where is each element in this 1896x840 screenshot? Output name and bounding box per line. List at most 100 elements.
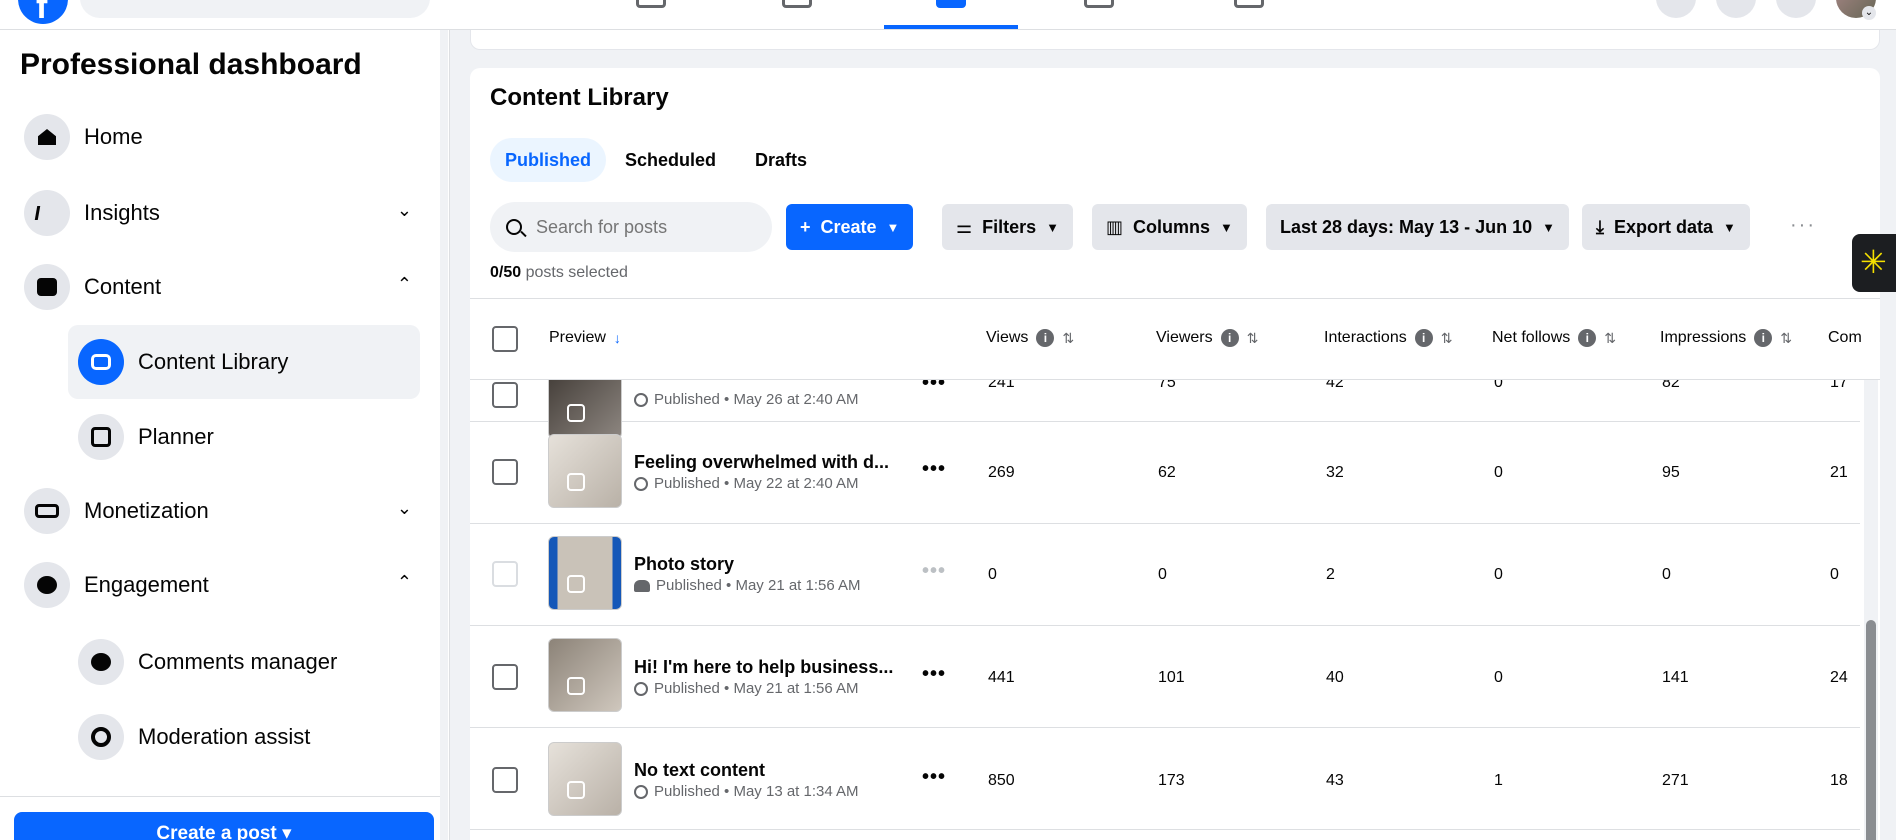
create-post-button[interactable]: Create a post ▾: [14, 812, 434, 840]
menu-grid-icon[interactable]: [1656, 0, 1696, 18]
columns-button[interactable]: ▥ Columns ▼: [1092, 204, 1247, 250]
post-title[interactable]: Photo story: [634, 554, 734, 575]
table-row[interactable]: Photo story Published • May 21 at 1:56 A…: [470, 524, 1860, 626]
photo-icon: [567, 575, 585, 593]
sidebar-item-label: Moderation assist: [138, 724, 311, 749]
row-checkbox[interactable]: [492, 382, 518, 408]
sidebar-item-planner[interactable]: Planner: [68, 400, 420, 474]
post-status-text: Published • May 13 at 1:34 AM: [654, 783, 859, 800]
chevron-down-icon[interactable]: ⌄: [397, 498, 412, 519]
info-icon[interactable]: i: [1036, 329, 1055, 347]
nav-ads-icon[interactable]: [1084, 0, 1114, 8]
info-icon[interactable]: i: [1414, 329, 1433, 347]
sidebar-item-moderation-assist[interactable]: Moderation assist: [68, 700, 420, 774]
tab-scheduled[interactable]: Scheduled: [610, 138, 731, 182]
nav-home-icon[interactable]: [636, 0, 666, 8]
row-more-icon[interactable]: •••: [922, 766, 946, 789]
info-icon[interactable]: i: [1754, 329, 1773, 347]
caret-down-icon: ▼: [1220, 219, 1233, 235]
post-title[interactable]: No text content: [634, 760, 765, 781]
column-viewers[interactable]: Viewers i ⇅: [1156, 329, 1258, 347]
facebook-logo-icon[interactable]: [18, 0, 68, 27]
post-title[interactable]: Hi! I'm here to help business...: [634, 657, 893, 678]
post-status-text: Published • May 21 at 1:56 AM: [654, 680, 859, 697]
row-checkbox: [492, 561, 518, 587]
post-status: Published • May 13 at 1:34 AM: [634, 783, 859, 800]
table-row[interactable]: Published • May 26 at 2:40 AM ••• 241 75…: [470, 380, 1860, 439]
tab-drafts[interactable]: Drafts: [740, 138, 822, 182]
account-chevron-icon[interactable]: ⌄: [1862, 6, 1876, 20]
info-icon[interactable]: i: [1220, 329, 1239, 347]
caret-down-icon: ▾: [282, 823, 292, 840]
post-thumbnail[interactable]: [548, 638, 622, 712]
post-status-text: Published • May 26 at 2:40 AM: [654, 391, 859, 408]
table-row[interactable]: Feeling overwhelmed with d... Published …: [470, 422, 1860, 524]
friends-icon: [634, 579, 650, 592]
sort-icon[interactable]: ⇅: [1780, 330, 1792, 347]
date-range-button[interactable]: Last 28 days: May 13 - Jun 10 ▼: [1266, 204, 1569, 250]
cell-interactions: 43: [1326, 772, 1344, 789]
nav-dashboard-icon[interactable]: [936, 0, 966, 8]
row-checkbox[interactable]: [492, 459, 518, 485]
table-row[interactable]: No text content Published • May 13 at 1:…: [470, 728, 1860, 830]
column-comments[interactable]: Com: [1828, 329, 1862, 347]
sidebar-item-home[interactable]: Home: [12, 102, 422, 172]
post-title[interactable]: Feeling overwhelmed with d...: [634, 452, 889, 473]
column-impressions[interactable]: Impressions i ⇅: [1660, 329, 1792, 347]
sidebar-item-engagement[interactable]: Engagement ⌃: [12, 550, 422, 620]
cell-interactions: 40: [1326, 669, 1344, 686]
sidebar-item-content[interactable]: Content ⌃: [12, 252, 422, 322]
post-thumbnail[interactable]: [548, 434, 622, 508]
row-checkbox[interactable]: [492, 664, 518, 690]
row-more-icon[interactable]: •••: [922, 458, 946, 481]
selected-count-suffix: posts selected: [525, 264, 628, 281]
post-thumbnail[interactable]: [548, 742, 622, 816]
post-thumbnail[interactable]: [548, 536, 622, 610]
chevron-down-icon[interactable]: ⌄: [397, 200, 412, 221]
export-data-button[interactable]: ⤓ Export data ▼: [1582, 204, 1750, 250]
date-range-label: Last 28 days: May 13 - Jun 10: [1280, 216, 1533, 237]
post-status: Published • May 21 at 1:56 AM: [634, 577, 861, 594]
sidebar-item-content-library[interactable]: Content Library: [68, 325, 420, 399]
chevron-up-icon[interactable]: ⌃: [397, 274, 412, 295]
search-input[interactable]: [536, 216, 756, 238]
table-row[interactable]: Hi! I'm here to help business... Publish…: [470, 626, 1860, 728]
cell-viewers: 75: [1158, 380, 1176, 391]
sidebar-item-label: Comments manager: [138, 649, 338, 674]
sidebar-scrollbar[interactable]: [440, 30, 448, 840]
sort-icon[interactable]: ⇅: [1062, 330, 1074, 347]
messenger-icon[interactable]: [1716, 0, 1756, 18]
row-more-icon[interactable]: •••: [922, 663, 946, 686]
more-options-icon[interactable]: ···: [1790, 214, 1816, 237]
search-posts[interactable]: [490, 202, 772, 252]
sort-icon[interactable]: ⇅: [1247, 330, 1259, 347]
sidebar-item-insights[interactable]: Insights ⌄: [12, 178, 422, 248]
sidebar-item-comments-manager[interactable]: Comments manager: [68, 625, 420, 699]
sidebar-item-label: Monetization: [84, 498, 209, 523]
select-all-checkbox[interactable]: [492, 326, 518, 352]
table-scrollbar[interactable]: [1864, 380, 1878, 840]
sidebar-item-monetization[interactable]: Monetization ⌄: [12, 476, 422, 546]
column-preview[interactable]: Preview ↓: [549, 329, 621, 347]
notifications-icon[interactable]: [1776, 0, 1816, 18]
column-views[interactable]: Views i ⇅: [986, 329, 1074, 347]
sort-down-icon[interactable]: ↓: [614, 330, 621, 346]
nav-pages-icon[interactable]: [782, 0, 812, 8]
chevron-up-icon[interactable]: ⌃: [397, 572, 412, 593]
info-icon[interactable]: i: [1578, 329, 1597, 347]
sort-icon[interactable]: ⇅: [1604, 330, 1616, 347]
column-interactions[interactable]: Interactions i ⇅: [1324, 329, 1452, 347]
row-more-icon[interactable]: •••: [922, 380, 946, 395]
selected-count: 0/50 posts selected: [490, 264, 628, 282]
row-checkbox[interactable]: [492, 767, 518, 793]
planner-icon: [78, 414, 124, 460]
assistant-widget[interactable]: ✳: [1852, 234, 1896, 292]
create-button[interactable]: + Create ▼: [786, 204, 914, 250]
nav-gaming-icon[interactable]: [1234, 0, 1264, 8]
filters-button[interactable]: ⚌ Filters ▼: [942, 204, 1074, 250]
top-search-input[interactable]: [80, 0, 430, 18]
scrollbar-thumb[interactable]: [1866, 620, 1876, 840]
tab-published[interactable]: Published: [490, 138, 607, 182]
column-net-follows[interactable]: Net follows i ⇅: [1492, 329, 1616, 347]
sort-icon[interactable]: ⇅: [1441, 330, 1453, 347]
